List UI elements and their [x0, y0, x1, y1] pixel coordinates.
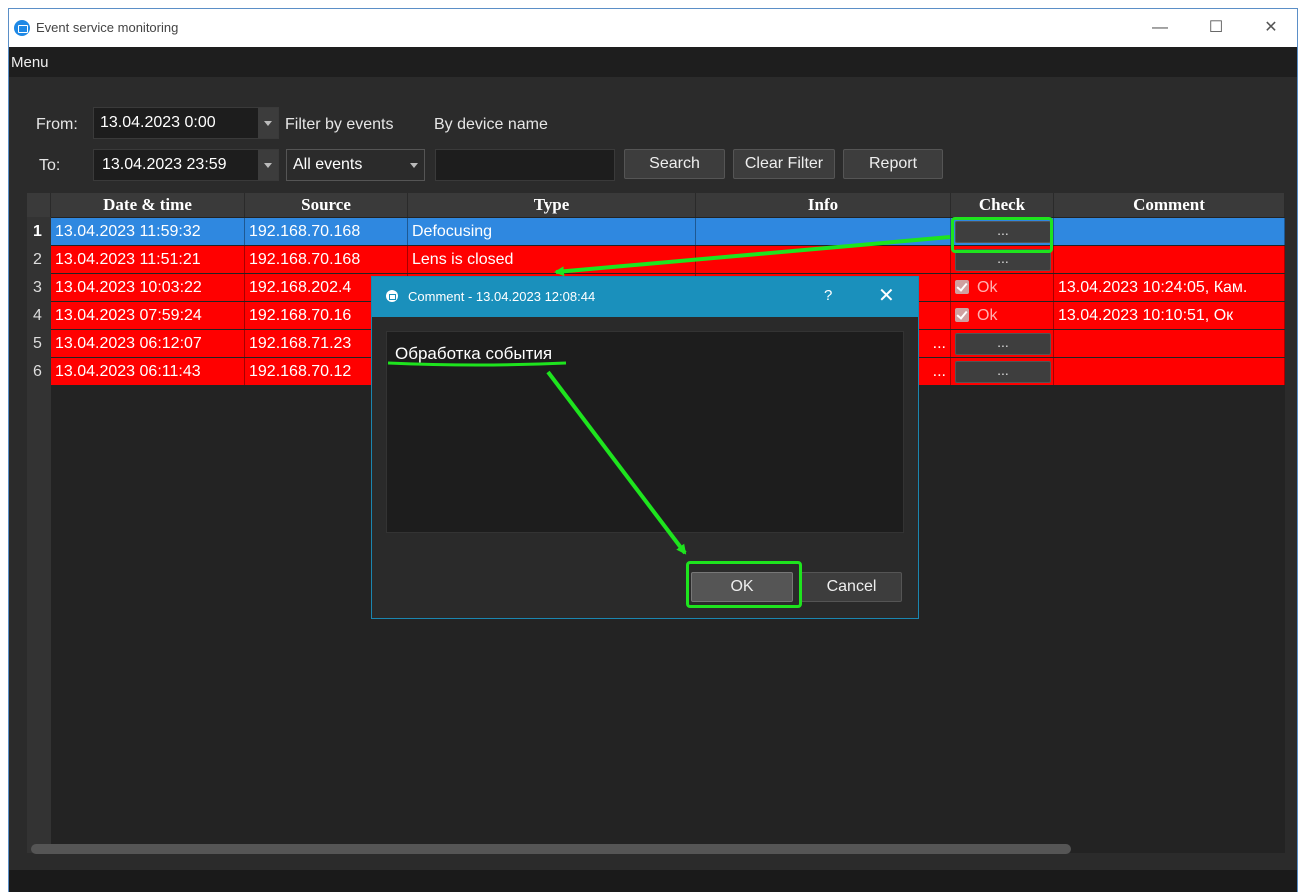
annotation-overlay	[387, 235, 951, 555]
underline-highlight	[387, 361, 567, 367]
arrow-to-row-icon	[554, 235, 951, 277]
arrow-to-ok-icon	[546, 370, 687, 555]
